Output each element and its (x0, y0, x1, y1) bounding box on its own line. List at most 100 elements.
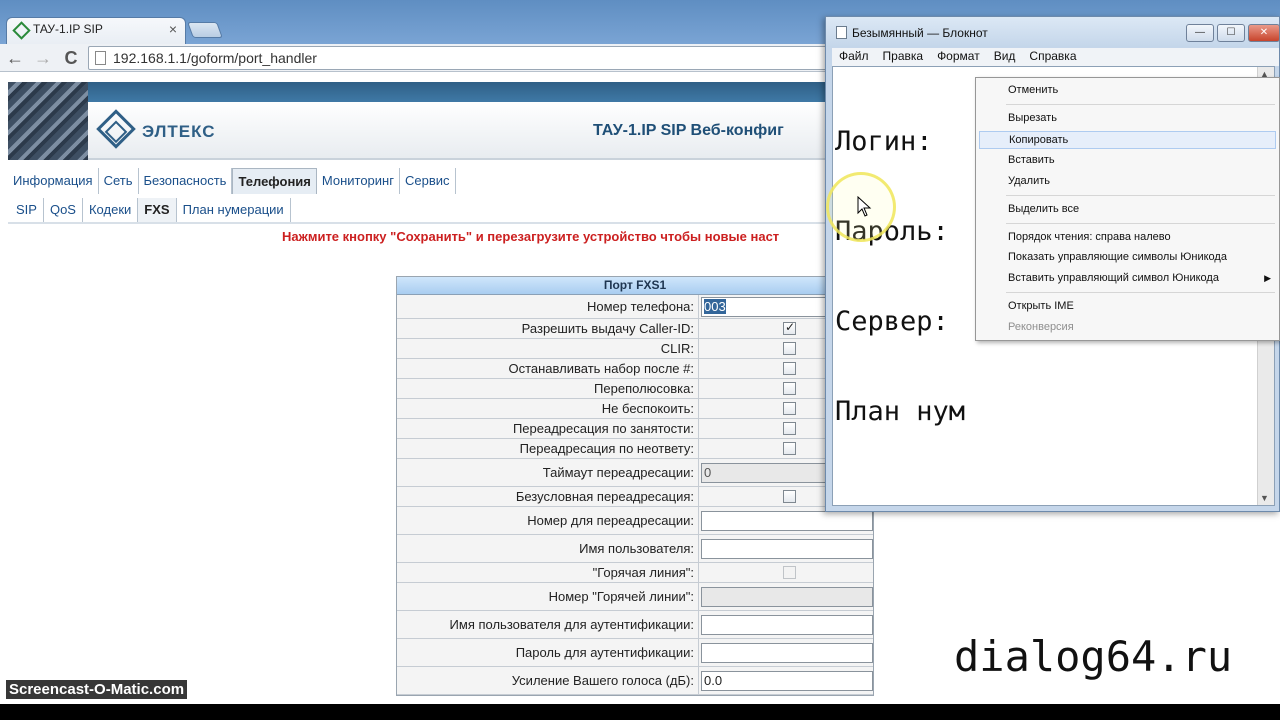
fxs-row-label: Номер "Горячей линии": (397, 583, 699, 610)
minimize-button[interactable]: — (1186, 24, 1214, 42)
ctx-cut[interactable]: Вырезать (1008, 112, 1057, 124)
fxs-row-label: Переадресация по неответу: (397, 439, 699, 458)
browser-tab[interactable]: ТАУ-1.IP SIP × (6, 17, 186, 44)
fxs-text-input[interactable] (701, 510, 873, 531)
fxs-text-input[interactable] (701, 538, 873, 559)
letterbox-bar (0, 704, 1280, 720)
page-title: ТАУ-1.IP SIP Веб-конфиг (593, 122, 784, 139)
fxs-row-label: Имя пользователя: (397, 535, 699, 562)
fxs-checkbox[interactable] (783, 342, 796, 355)
eltex-logo-icon (96, 109, 136, 149)
back-arrow-icon[interactable]: ← (4, 47, 26, 69)
fxs-row-label: Таймаут переадресации: (397, 459, 699, 486)
fxs-row: Безусловная переадресация: (397, 487, 873, 507)
sub-menu: SIP QoS Кодеки FXS План нумерации (10, 198, 291, 222)
notepad-line: План нум (835, 396, 966, 427)
fxs-row-label: Переполюсовка: (397, 379, 699, 398)
fxs-checkbox[interactable] (783, 320, 796, 335)
fxs-checkbox (783, 566, 796, 579)
menu-help[interactable]: Справка (1022, 48, 1083, 66)
ctx-show-unicode[interactable]: Показать управляющие символы Юникода (1008, 251, 1227, 263)
fxs-row-label: Номер телефона: (397, 295, 699, 318)
fxs-row: Таймаут переадресации: 0 (397, 459, 873, 487)
ctx-reconversion: Реконверсия (1008, 321, 1074, 333)
submenu-item-fxs[interactable]: FXS (138, 198, 177, 222)
fxs-checkbox[interactable] (783, 362, 796, 375)
menu-file[interactable]: Файл (832, 48, 876, 66)
fxs-text-input[interactable]: 0.0 (701, 670, 873, 691)
fxs-checkbox[interactable] (783, 402, 796, 415)
menu-edit[interactable]: Правка (876, 48, 931, 66)
fxs-row-label: Не беспокоить: (397, 399, 699, 418)
recorder-badge: Screencast-O-Matic.com (6, 680, 188, 699)
input-value: 0 (704, 464, 712, 480)
new-tab-button[interactable] (187, 22, 223, 38)
menu-item-monitoring[interactable]: Мониторинг (317, 168, 400, 194)
ctx-separator (1006, 195, 1275, 196)
fxs-row-value (699, 563, 873, 582)
fxs-row: Разрешить выдачу Caller-ID: (397, 319, 873, 339)
mouse-cursor-icon (857, 196, 872, 217)
fxs-row: Имя пользователя для аутентификации: (397, 611, 873, 639)
submenu-item-dialplan[interactable]: План нумерации (177, 198, 291, 222)
menu-item-network[interactable]: Сеть (99, 168, 139, 194)
fxs-text-input[interactable] (701, 642, 873, 663)
context-menu: Отменить Вырезать Копировать Вставить Уд… (975, 77, 1280, 341)
menu-item-telephony[interactable]: Телефония (232, 168, 317, 194)
submenu-item-qos[interactable]: QoS (44, 198, 83, 222)
scroll-down-icon[interactable]: ▼ (1260, 493, 1269, 503)
page-icon (95, 51, 106, 65)
notepad-titlebar[interactable]: Безымянный — Блокнот — ☐ ✕ (826, 17, 1280, 47)
fxs-row-label: "Горячая линия": (397, 563, 699, 582)
ctx-paste[interactable]: Вставить (1008, 154, 1055, 166)
ctx-select-all[interactable]: Выделить все (1008, 203, 1079, 215)
menu-item-service[interactable]: Сервис (400, 168, 456, 194)
reload-icon[interactable]: C (60, 47, 82, 69)
close-icon[interactable]: × (169, 21, 177, 37)
fxs-row-label: Имя пользователя для аутентификации: (397, 611, 699, 638)
fxs-row: Переадресация по занятости: (397, 419, 873, 439)
fxs-checkbox[interactable] (783, 442, 796, 455)
ctx-insert-unicode[interactable]: Вставить управляющий символ Юникода (1008, 272, 1219, 284)
menu-format[interactable]: Формат (930, 48, 987, 66)
menu-item-security[interactable]: Безопасность (139, 168, 233, 194)
ctx-delete[interactable]: Удалить (1008, 175, 1050, 187)
address-url: 192.168.1.1/goform/port_handler (113, 50, 317, 66)
input-value: 003 (704, 298, 726, 314)
ctx-separator (1006, 104, 1275, 105)
fxs-rows: Номер телефона: 003 Разрешить выдачу Calle… (397, 295, 873, 695)
maximize-button[interactable]: ☐ (1217, 24, 1245, 42)
notepad-title: Безымянный — Блокнот (852, 26, 988, 40)
fxs-checkbox[interactable] (783, 422, 796, 435)
fxs-text-input (701, 586, 873, 607)
submenu-item-sip[interactable]: SIP (10, 198, 44, 222)
screen: ТАУ-1.IP SIP × ← → C 192.168.1.1/goform/… (0, 0, 1280, 704)
fxs-row: Не беспокоить: (397, 399, 873, 419)
fxs-row: Усиление Вашего голоса (дБ): 0.0 (397, 667, 873, 695)
fxs-text-input[interactable] (701, 614, 873, 635)
fxs-row: Переадресация по неответу: (397, 439, 873, 459)
menu-item-info[interactable]: Информация (8, 168, 99, 194)
fxs-checkbox[interactable] (783, 382, 796, 395)
menu-view[interactable]: Вид (987, 48, 1023, 66)
ctx-copy[interactable]: Копировать (979, 131, 1276, 149)
eltex-favicon-icon (12, 21, 31, 40)
fxs-row: Пароль для аутентификации: (397, 639, 873, 667)
fxs-row-value (699, 639, 873, 666)
fxs-row-label: CLIR: (397, 339, 699, 358)
fxs-row: "Горячая линия": (397, 563, 873, 583)
submenu-arrow-icon: ▶ (1264, 273, 1271, 283)
fxs-row: Останавливать набор после #: (397, 359, 873, 379)
notepad-menubar: Файл Правка Формат Вид Справка (832, 48, 1279, 66)
ctx-undo[interactable]: Отменить (1008, 84, 1058, 96)
fxs-checkbox[interactable] (783, 490, 796, 503)
fxs-row-value (699, 535, 873, 562)
fxs-row-label: Усиление Вашего голоса (дБ): (397, 667, 699, 694)
window-close-button[interactable]: ✕ (1248, 24, 1280, 42)
ctx-open-ime[interactable]: Открыть IME (1008, 300, 1074, 312)
fxs-row-label: Безусловная переадресация: (397, 487, 699, 506)
submenu-item-codecs[interactable]: Кодеки (83, 198, 139, 222)
forward-arrow-icon[interactable]: → (32, 47, 54, 69)
ctx-rtl[interactable]: Порядок чтения: справа налево (1008, 231, 1171, 243)
fxs-table-title: Порт FXS1 (397, 277, 873, 295)
